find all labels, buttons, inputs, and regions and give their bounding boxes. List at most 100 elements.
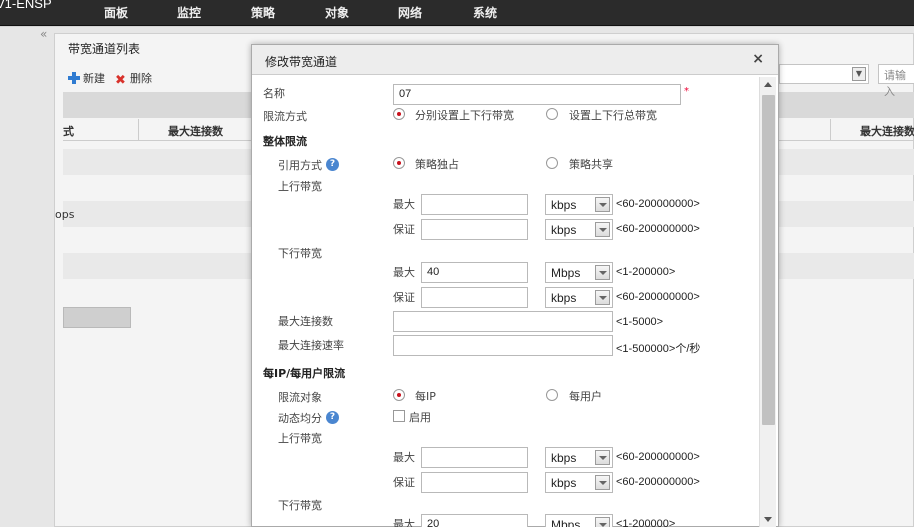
- max-label: 最大: [393, 451, 415, 464]
- perip-up-max-unit-select[interactable]: kbps: [545, 447, 613, 468]
- unit-value: kbps: [551, 198, 577, 212]
- range-hint: <1-5000>: [616, 316, 664, 328]
- radio-per-user[interactable]: [546, 389, 558, 401]
- max-label: 最大: [393, 198, 415, 211]
- unit-value: kbps: [551, 451, 577, 465]
- chevron-down-icon: [595, 290, 610, 305]
- chevron-down-icon: ▼: [852, 67, 866, 81]
- dialog-scrollbar[interactable]: [759, 77, 776, 527]
- radio-per-ip[interactable]: [393, 389, 405, 401]
- unit-value: kbps: [551, 223, 577, 237]
- enable-label: 启用: [409, 411, 431, 424]
- overall-up-max-unit-select[interactable]: kbps: [545, 194, 613, 215]
- radio-policy-exclusive[interactable]: [393, 157, 405, 169]
- name-input[interactable]: 07: [393, 84, 681, 105]
- max-conn-input[interactable]: [393, 311, 613, 332]
- max-conn-rate-input[interactable]: [393, 335, 613, 356]
- nav-monitor[interactable]: 监控: [177, 4, 201, 21]
- chevron-down-icon: [595, 222, 610, 237]
- add-button[interactable]: 新建: [68, 70, 105, 86]
- guarantee-label: 保证: [393, 223, 415, 236]
- max-conn-rate-label: 最大连接速率: [278, 339, 344, 352]
- radio-total-label: 设置上下行总带宽: [569, 109, 657, 122]
- delete-label: 删除: [130, 72, 152, 85]
- target-label: 限流对象: [278, 391, 322, 404]
- down-bandwidth-label: 下行带宽: [278, 499, 322, 512]
- perip-down-max-input[interactable]: 20: [421, 514, 528, 527]
- radio-per-ip-label: 每IP: [415, 390, 436, 403]
- col-header-max-conn-right: 最大连接数: [860, 125, 914, 138]
- scroll-up-icon[interactable]: [764, 82, 772, 87]
- limit-mode-label: 限流方式: [263, 110, 307, 123]
- scrollbar-thumb[interactable]: [762, 95, 775, 425]
- radio-separate-bandwidth[interactable]: [393, 108, 405, 120]
- delete-x-icon: ✖: [115, 73, 126, 88]
- range-hint: <60-200000000>: [616, 223, 700, 235]
- perip-up-guarantee-unit-select[interactable]: kbps: [545, 472, 613, 493]
- col-divider: [138, 119, 139, 141]
- unit-value: kbps: [551, 291, 577, 305]
- overall-down-guarantee-unit-select[interactable]: kbps: [545, 287, 613, 308]
- chevron-down-icon: [595, 197, 610, 212]
- dynamic-share-label: 动态均分: [278, 412, 322, 425]
- edit-bandwidth-channel-dialog: 修改带宽通道 × 名称 07 * 限流方式 分别设置上下行带宽 设置上下行总带宽…: [251, 44, 779, 527]
- add-label: 新建: [83, 72, 105, 85]
- scroll-down-icon[interactable]: [764, 517, 772, 522]
- up-bandwidth-label: 上行带宽: [278, 432, 322, 445]
- max-label: 最大: [393, 266, 415, 279]
- guarantee-label: 保证: [393, 476, 415, 489]
- radio-total-bandwidth[interactable]: [546, 108, 558, 120]
- range-hint: <1-200000>: [616, 518, 676, 527]
- col-header-max-conn: 最大连接数: [168, 125, 223, 138]
- overall-up-guarantee-input[interactable]: [421, 219, 528, 240]
- ref-mode-label: 引用方式: [278, 159, 322, 172]
- close-icon[interactable]: ×: [752, 51, 764, 67]
- range-hint: <60-200000000>: [616, 291, 700, 303]
- max-label: 最大: [393, 518, 415, 527]
- perip-up-max-input[interactable]: [421, 447, 528, 468]
- perip-up-guarantee-input[interactable]: [421, 472, 528, 493]
- list-title: 带宽通道列表: [68, 42, 141, 56]
- overall-down-guarantee-input[interactable]: [421, 287, 528, 308]
- collapse-sidebar-icon[interactable]: «: [40, 27, 47, 41]
- col-header-mode: 式: [63, 125, 74, 138]
- unit-value: kbps: [551, 476, 577, 490]
- top-nav-bar: V1-ENSP 面板 监控 策略 对象 网络 系统: [0, 0, 914, 26]
- nav-dashboard[interactable]: 面板: [104, 4, 128, 21]
- search-input[interactable]: 请输入: [878, 64, 914, 98]
- dialog-header: 修改带宽通道 ×: [252, 45, 778, 75]
- enable-checkbox[interactable]: [393, 410, 405, 422]
- chevron-down-icon: [595, 517, 610, 527]
- chevron-down-icon: [595, 475, 610, 490]
- nav-network[interactable]: 网络: [398, 4, 422, 21]
- brand-logo: V1-ENSP: [0, 0, 52, 11]
- overall-up-guarantee-unit-select[interactable]: kbps: [545, 219, 613, 240]
- overall-up-max-input[interactable]: [421, 194, 528, 215]
- table-cell: ops: [55, 208, 75, 221]
- help-icon[interactable]: ?: [326, 158, 339, 171]
- range-hint: <60-200000000>: [616, 198, 700, 210]
- range-hint: <60-200000000>: [616, 451, 700, 463]
- radio-per-user-label: 每用户: [569, 390, 602, 403]
- unit-value: Mbps: [551, 266, 581, 280]
- nav-object[interactable]: 对象: [325, 4, 349, 21]
- help-icon[interactable]: ?: [326, 411, 339, 424]
- nav-policy[interactable]: 策略: [251, 4, 275, 21]
- perip-down-max-unit-select[interactable]: Mbps: [545, 514, 613, 527]
- down-bandwidth-label: 下行带宽: [278, 247, 322, 260]
- filter-select[interactable]: ▼: [779, 64, 869, 84]
- nav-system[interactable]: 系统: [473, 4, 497, 21]
- delete-button[interactable]: ✖ 删除: [115, 70, 152, 87]
- radio-shared-label: 策略共享: [569, 158, 613, 171]
- unit-value: Mbps: [551, 518, 581, 527]
- range-hint: <1-200000>: [616, 266, 676, 278]
- overall-down-max-unit-select[interactable]: Mbps: [545, 262, 613, 283]
- section-per-ip-limit: 每IP/每用户限流: [263, 367, 346, 380]
- up-bandwidth-label: 上行带宽: [278, 180, 322, 193]
- plus-icon: [68, 72, 80, 84]
- overall-down-max-input[interactable]: 40: [421, 262, 528, 283]
- guarantee-label: 保证: [393, 291, 415, 304]
- dialog-title: 修改带宽通道: [265, 55, 338, 69]
- radio-policy-shared[interactable]: [546, 157, 558, 169]
- table-row-selected[interactable]: [63, 307, 131, 328]
